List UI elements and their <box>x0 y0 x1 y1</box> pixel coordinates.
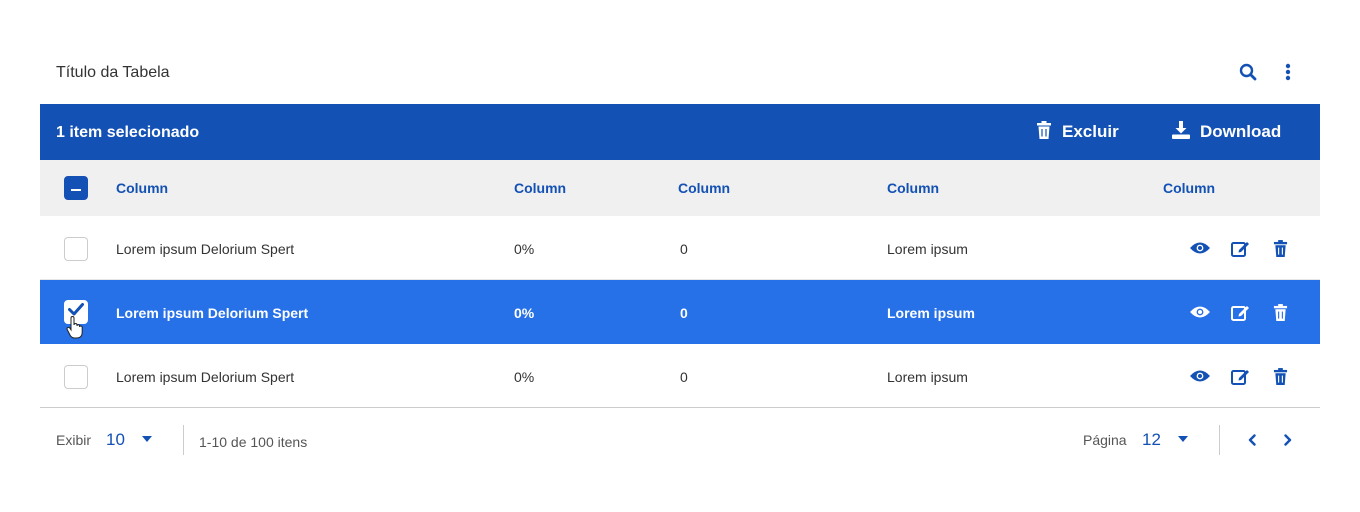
hand-cursor-icon <box>66 315 84 345</box>
chevron-right-icon[interactable] <box>1280 432 1296 448</box>
page-select[interactable]: 12 <box>1142 430 1161 450</box>
cell-count: 0 <box>680 241 688 257</box>
column-header-5[interactable]: Column <box>1163 180 1215 196</box>
items-per-page-select[interactable]: 10 <box>106 430 125 450</box>
chevron-down-icon[interactable] <box>1178 436 1188 442</box>
cell-name: Lorem ipsum Delorium Spert <box>116 241 295 257</box>
table-row[interactable]: Lorem ipsum Delorium Spert 0% 0 Lorem ip… <box>40 216 1320 280</box>
column-header-1[interactable]: Column <box>116 180 168 196</box>
table-row-selected[interactable]: Lorem ipsum Delorium Spert 0% 0 Lorem ip… <box>40 280 1320 344</box>
download-icon <box>1172 120 1190 144</box>
table-footer: Exibir 10 1-10 de 100 itens Página 12 <box>40 408 1320 472</box>
column-header-2[interactable]: Column <box>514 180 566 196</box>
download-label: Download <box>1200 122 1282 141</box>
eye-icon[interactable] <box>1190 302 1210 322</box>
table-title-bar: Título da Tabela <box>40 48 1320 104</box>
trash-icon[interactable] <box>1270 238 1290 258</box>
eye-icon[interactable] <box>1190 366 1210 386</box>
cell-text: Lorem ipsum <box>887 241 968 257</box>
eye-icon[interactable] <box>1190 238 1210 258</box>
delete-label: Excluir <box>1062 122 1119 141</box>
chevron-left-icon[interactable] <box>1244 432 1260 448</box>
column-header-3[interactable]: Column <box>678 180 730 196</box>
divider <box>183 425 184 455</box>
table-title: Título da Tabela <box>56 64 170 81</box>
search-icon[interactable] <box>1236 60 1260 84</box>
show-label: Exibir <box>56 432 92 448</box>
cell-percent: 0% <box>514 369 535 385</box>
cell-text: Lorem ipsum <box>887 305 975 321</box>
cell-name: Lorem ipsum Delorium Spert <box>116 305 309 321</box>
trash-icon <box>1036 120 1052 144</box>
delete-selected-button[interactable]: Excluir <box>1036 120 1119 144</box>
cell-count: 0 <box>680 305 688 321</box>
edit-icon[interactable] <box>1230 238 1250 258</box>
table-header-row: Column Column Column Column Column <box>40 160 1320 216</box>
cell-percent: 0% <box>514 305 535 321</box>
more-vertical-icon[interactable] <box>1276 60 1300 84</box>
table-row[interactable]: Lorem ipsum Delorium Spert 0% 0 Lorem ip… <box>40 344 1320 408</box>
cell-count: 0 <box>680 369 688 385</box>
trash-icon[interactable] <box>1270 366 1290 386</box>
cell-name: Lorem ipsum Delorium Spert <box>116 369 295 385</box>
divider <box>1219 425 1220 455</box>
page-label: Página <box>1083 432 1127 448</box>
select-all-checkbox[interactable] <box>64 176 88 200</box>
minus-icon <box>71 179 81 197</box>
row-checkbox[interactable] <box>64 365 88 389</box>
edit-icon[interactable] <box>1230 366 1250 386</box>
selection-count-text: 1 item selecionado <box>56 124 200 141</box>
selection-bar: 1 item selecionado Excluir Download <box>40 104 1320 160</box>
chevron-down-icon[interactable] <box>142 436 152 442</box>
trash-icon[interactable] <box>1270 302 1290 322</box>
row-checkbox[interactable] <box>64 237 88 261</box>
edit-icon[interactable] <box>1230 302 1250 322</box>
range-text: 1-10 de 100 itens <box>199 434 308 450</box>
cell-percent: 0% <box>514 241 535 257</box>
cell-text: Lorem ipsum <box>887 369 968 385</box>
download-button[interactable]: Download <box>1172 120 1281 144</box>
column-header-4[interactable]: Column <box>887 180 939 196</box>
